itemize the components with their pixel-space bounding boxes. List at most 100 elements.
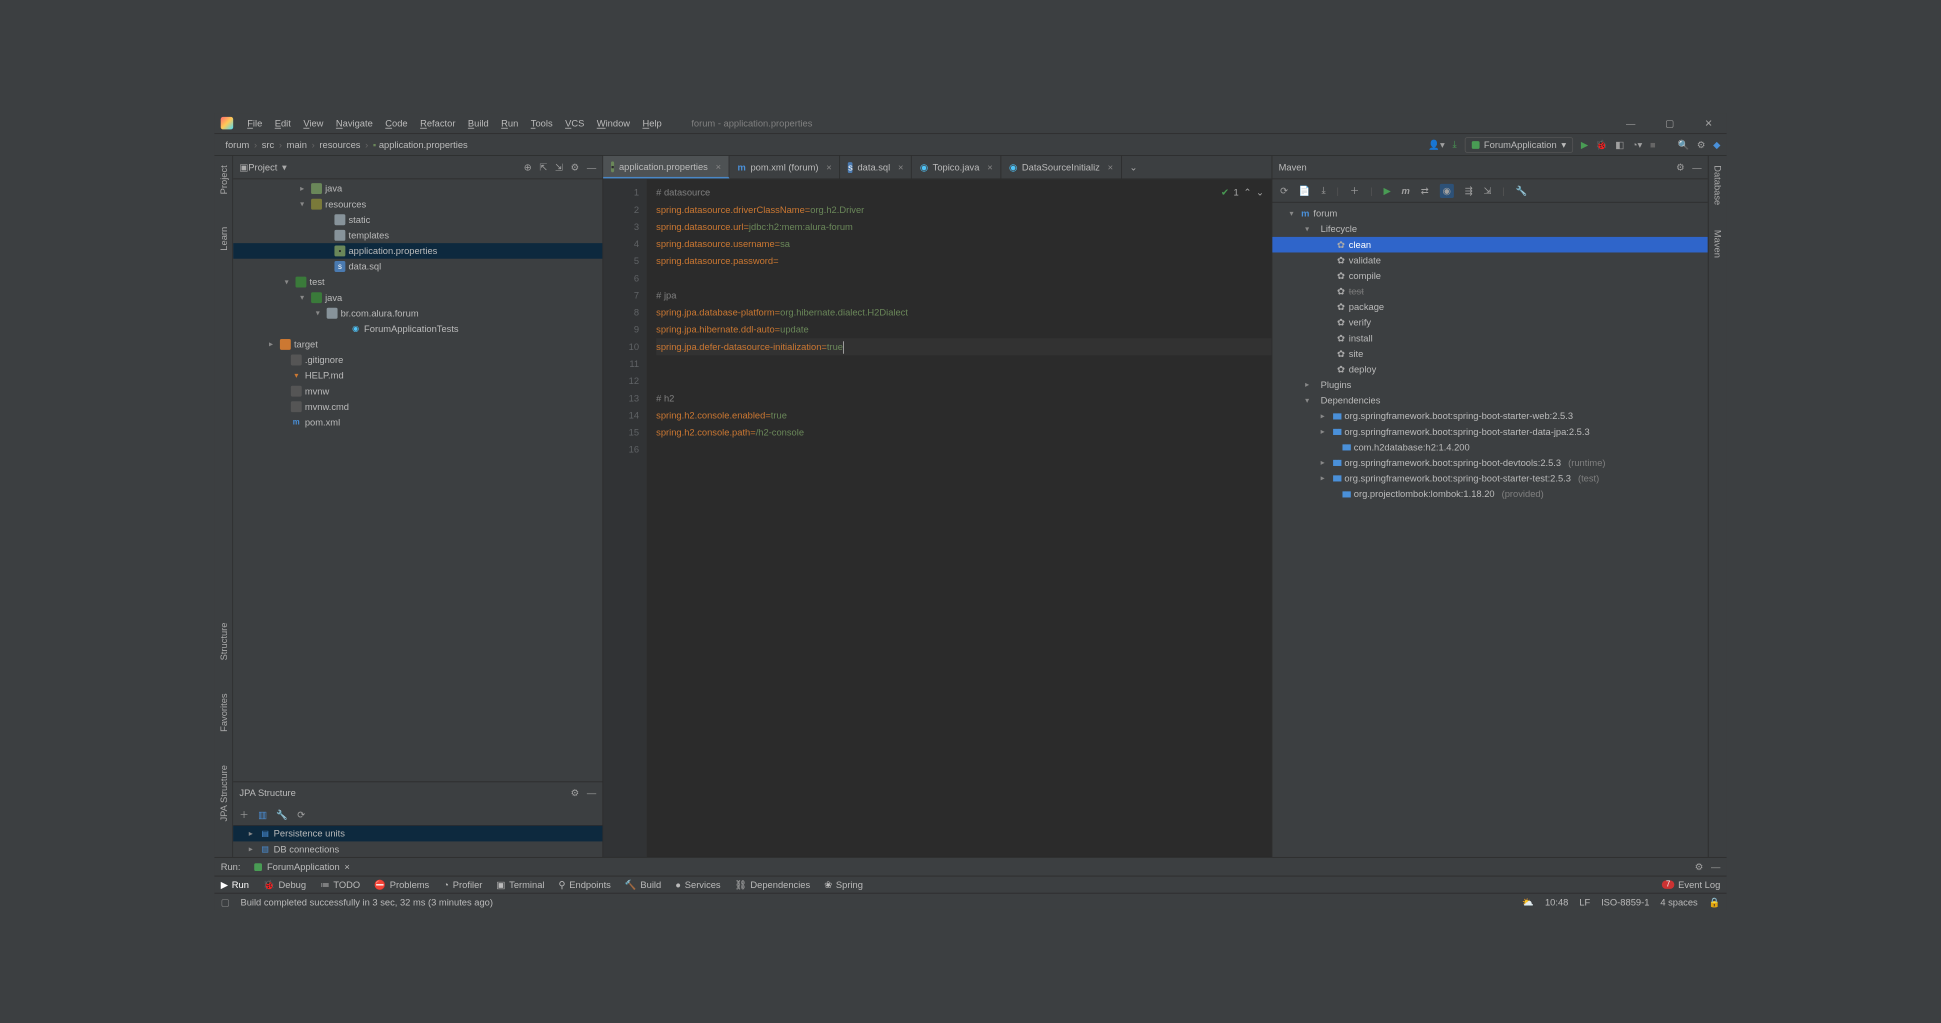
tree-row[interactable]: ▾HELP.md — [233, 368, 602, 384]
search-everywhere-icon[interactable]: 🔍 — [1677, 139, 1689, 150]
menu-build[interactable]: Build — [462, 118, 495, 129]
maven-row[interactable]: ▸▮▮▮org.springframework.boot:spring-boot… — [1272, 424, 1707, 440]
close-icon[interactable]: × — [826, 162, 831, 173]
tool-button-services[interactable]: ●Services — [675, 879, 720, 890]
tool-button-run[interactable]: ▶Run — [221, 879, 249, 890]
tree-row[interactable]: static — [233, 212, 602, 228]
tree-row[interactable]: mpom.xml — [233, 415, 602, 431]
gear-icon[interactable]: ⚙ — [1695, 861, 1703, 872]
maven-row[interactable]: ✿verify — [1272, 315, 1707, 331]
stop-button[interactable]: ■ — [1650, 139, 1656, 150]
tree-row[interactable]: mvnw — [233, 383, 602, 399]
maven-row[interactable]: ✿package — [1272, 299, 1707, 315]
tree-row[interactable]: ▾test — [233, 274, 602, 290]
menu-file[interactable]: File — [241, 118, 269, 129]
run-tab[interactable]: ForumApplication × — [248, 861, 356, 872]
editor-tab[interactable]: ◉DataSourceInitializ× — [1001, 156, 1121, 179]
tool-tab-jpa-structure[interactable]: JPA Structure — [216, 760, 230, 826]
maximize-button[interactable]: ▢ — [1658, 118, 1681, 129]
maven-row[interactable]: ✿install — [1272, 330, 1707, 346]
tree-row[interactable]: ▾java — [233, 290, 602, 306]
menu-code[interactable]: Code — [379, 118, 414, 129]
vcs-update-icon[interactable]: ⤓ — [1453, 139, 1457, 151]
tree-row[interactable]: ▸java — [233, 181, 602, 197]
processes-icon[interactable]: ⛅ — [1522, 896, 1534, 907]
collapse-all-icon[interactable]: ⇲ — [555, 162, 563, 173]
menu-refactor[interactable]: Refactor — [414, 118, 462, 129]
tool-tab-favorites[interactable]: Favorites — [216, 689, 230, 737]
toggle-offline-icon[interactable]: ◉ — [1440, 184, 1454, 198]
maven-row[interactable]: ✿compile — [1272, 268, 1707, 284]
breadcrumb-item[interactable]: main — [282, 139, 312, 150]
close-icon[interactable]: × — [1108, 162, 1113, 173]
maven-row[interactable]: ▮▮▮org.projectlombok:lombok:1.18.20(prov… — [1272, 486, 1707, 502]
menu-vcs[interactable]: VCS — [559, 118, 591, 129]
tool-tab-project[interactable]: Project — [216, 161, 230, 199]
editor-tab[interactable]: sdata.sql× — [840, 156, 912, 179]
status-indent[interactable]: 4 spaces — [1660, 896, 1697, 907]
collapse-icon[interactable]: ⇲ — [1484, 185, 1492, 196]
gear-icon[interactable]: ⚙ — [1676, 162, 1684, 173]
close-icon[interactable]: × — [716, 161, 721, 172]
editor-tab[interactable]: ◉Topico.java× — [912, 156, 1001, 179]
close-icon[interactable]: × — [987, 162, 992, 173]
status-position[interactable]: 10:48 — [1545, 896, 1568, 907]
locate-icon[interactable]: ⊕ — [524, 162, 532, 173]
tool-button-todo[interactable]: ≔TODO — [320, 879, 360, 890]
breadcrumb-item[interactable]: forum — [221, 139, 254, 150]
tool-button-debug[interactable]: 🐞Debug — [263, 879, 306, 890]
menu-window[interactable]: Window — [591, 118, 637, 129]
maven-row[interactable]: ✿test — [1272, 284, 1707, 300]
coverage-button[interactable]: ◧ — [1615, 139, 1624, 150]
tool-tab-structure[interactable]: Structure — [216, 618, 230, 665]
tool-tab-database[interactable]: Database — [1711, 161, 1725, 210]
tabs-overflow[interactable]: ⌄ — [1125, 156, 1142, 179]
event-log-button[interactable]: 7Event Log — [1662, 879, 1720, 890]
add-icon[interactable]: ＋ — [239, 808, 248, 821]
chevron-up-icon[interactable]: ⌃ — [1243, 184, 1251, 201]
bars-icon[interactable]: ▥ — [258, 809, 267, 820]
inspections-widget[interactable]: ✔ 1 ⌃ ⌄ — [1221, 184, 1264, 201]
maven-row[interactable]: ▸▮▮▮org.springframework.boot:spring-boot… — [1272, 455, 1707, 471]
ide-icon[interactable]: ◆ — [1713, 139, 1720, 150]
menu-run[interactable]: Run — [495, 118, 525, 129]
debug-button[interactable]: 🐞 — [1596, 139, 1608, 150]
hide-icon[interactable]: — — [1711, 861, 1720, 872]
status-eol[interactable]: LF — [1579, 896, 1590, 907]
user-icon[interactable]: 👤▾ — [1428, 139, 1444, 150]
jpa-tree[interactable]: ▸▤Persistence units▸▤DB connections — [233, 826, 602, 857]
add-icon[interactable]: ＋ — [1350, 184, 1359, 197]
maven-row[interactable]: ▾mforum — [1272, 206, 1707, 222]
tool-windows-icon[interactable]: ▢ — [221, 896, 230, 907]
refresh-icon[interactable]: ⟳ — [297, 809, 305, 820]
m-icon[interactable]: m — [1402, 185, 1410, 196]
menu-navigate[interactable]: Navigate — [330, 118, 379, 129]
maven-row[interactable]: ▾Lifecycle — [1272, 221, 1707, 237]
minimize-button[interactable]: — — [1619, 118, 1642, 129]
jpa-row[interactable]: ▸▤DB connections — [233, 841, 602, 857]
maven-row[interactable]: ▸Plugins — [1272, 377, 1707, 393]
gear-icon[interactable]: ⚙ — [571, 162, 579, 173]
settings-icon[interactable]: ⚙ — [1697, 139, 1705, 150]
close-button[interactable]: ✕ — [1697, 118, 1720, 129]
tree-row[interactable]: sdata.sql — [233, 259, 602, 275]
run-icon[interactable]: ▶ — [1383, 185, 1390, 196]
tree-row[interactable]: ▪application.properties — [233, 243, 602, 259]
show-deps-icon[interactable]: ⇶ — [1465, 185, 1473, 196]
maven-row[interactable]: ▸▮▮▮org.springframework.boot:spring-boot… — [1272, 408, 1707, 424]
tool-button-problems[interactable]: ⛔Problems — [374, 879, 429, 890]
tree-row[interactable]: templates — [233, 228, 602, 244]
tool-button-spring[interactable]: ❀Spring — [824, 879, 863, 890]
breadcrumb-item[interactable]: src — [257, 139, 279, 150]
tree-row[interactable]: .gitignore — [233, 352, 602, 368]
tree-row[interactable]: ▾resources — [233, 196, 602, 212]
tool-button-profiler[interactable]: ◔Profiler — [443, 879, 482, 890]
breadcrumb-item[interactable]: resources — [315, 139, 365, 150]
status-encoding[interactable]: ISO-8859-1 — [1601, 896, 1649, 907]
hide-icon[interactable]: — — [587, 788, 596, 799]
menu-help[interactable]: Help — [636, 118, 668, 129]
tool-button-terminal[interactable]: ▣Terminal — [496, 879, 544, 890]
close-icon[interactable]: × — [898, 162, 903, 173]
code-area[interactable]: ✔ 1 ⌃ ⌄ # datasourcespring.datasource.dr… — [647, 179, 1272, 857]
lock-icon[interactable]: 🔒 — [1709, 896, 1721, 907]
